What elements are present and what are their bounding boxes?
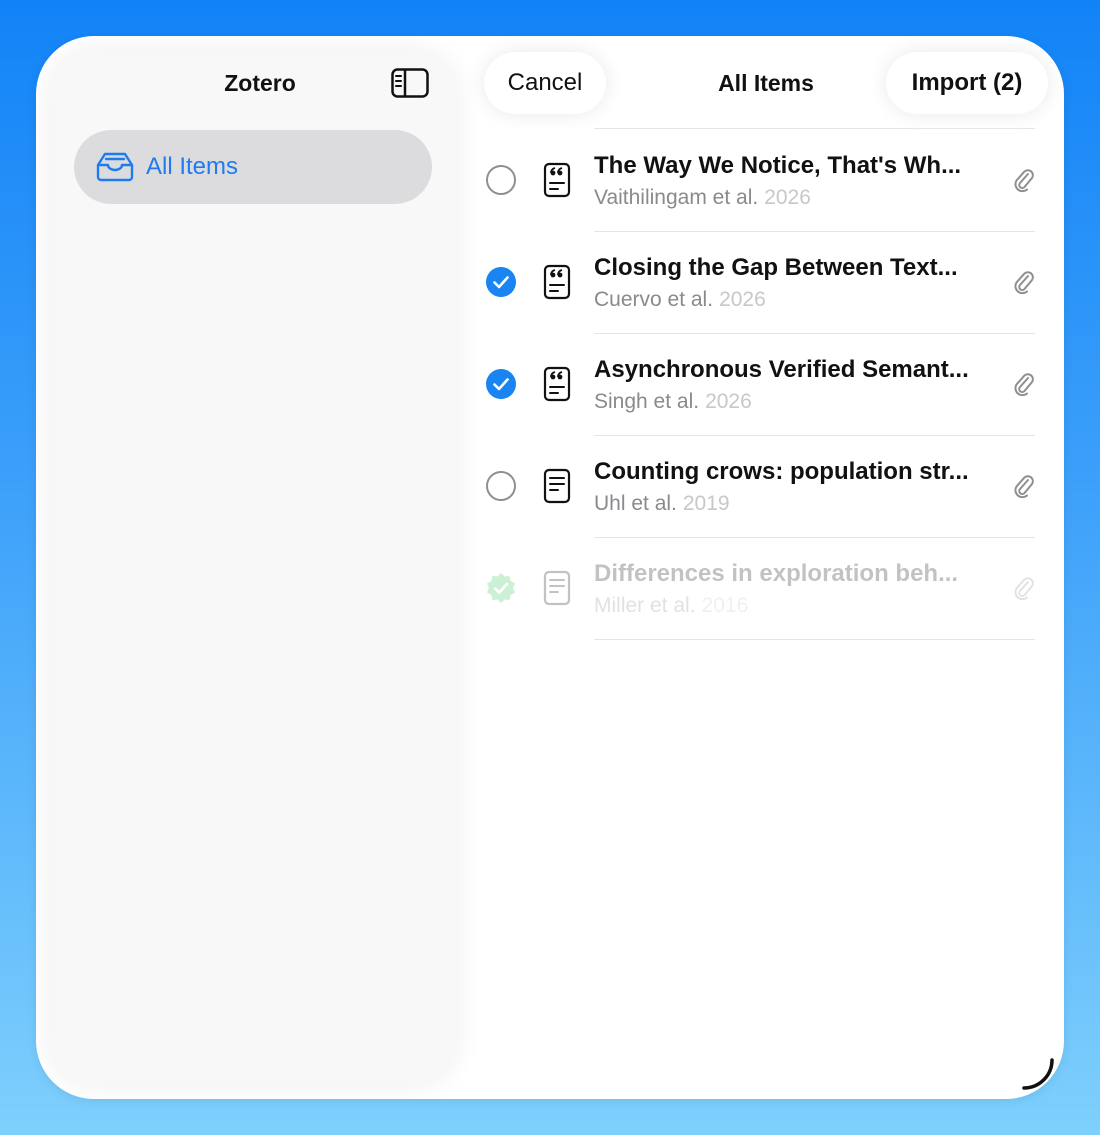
item-authors: Uhl et al. — [594, 492, 677, 515]
item-year: 2026 — [705, 390, 752, 413]
quote-document-icon — [543, 162, 571, 198]
item-subtitle: Uhl et al. 2019 — [594, 492, 730, 516]
import-button[interactable]: Import (2) — [886, 52, 1048, 114]
quote-document-icon — [543, 366, 571, 402]
paperclip-icon — [1014, 373, 1034, 397]
item-title: Differences in exploration beh... — [594, 560, 959, 587]
unchecked-circle-icon[interactable] — [485, 470, 517, 502]
paperclip-icon — [1014, 169, 1034, 193]
unchecked-circle-icon[interactable] — [485, 164, 517, 196]
paperclip-icon — [1014, 271, 1034, 295]
item-year: 2026 — [764, 186, 811, 209]
item-authors: Cuervo et al. — [594, 288, 714, 311]
row-divider — [594, 639, 1035, 640]
quote-document-icon — [543, 264, 571, 300]
document-icon — [543, 468, 571, 504]
paperclip-icon — [1014, 577, 1034, 601]
checked-circle-icon[interactable] — [485, 368, 517, 400]
item-authors: Singh et al. — [594, 390, 700, 413]
list-item[interactable]: Asynchronous Verified Semant... Singh et… — [36, 334, 1064, 436]
document-icon — [543, 570, 571, 606]
item-subtitle: Miller et al. 2016 — [594, 594, 748, 618]
item-year: 2016 — [701, 594, 749, 617]
item-authors: Miller et al. — [594, 594, 696, 617]
item-subtitle: Vaithilingam et al. 2026 — [594, 186, 811, 210]
item-title: Asynchronous Verified Semant... — [594, 356, 969, 383]
item-title: Counting crows: population str... — [594, 458, 969, 485]
sidebar-toggle-icon — [391, 68, 429, 98]
item-year: 2019 — [682, 492, 730, 515]
checked-circle-icon[interactable] — [485, 266, 517, 298]
verified-badge-icon — [487, 573, 515, 603]
list-item[interactable]: The Way We Notice, That's Wh... Vaithili… — [36, 130, 1064, 232]
resize-handle-icon[interactable] — [1018, 1054, 1058, 1094]
paperclip-icon — [1014, 475, 1034, 499]
list-item-imported: Differences in exploration beh... Miller… — [36, 538, 1064, 640]
import-window: Zotero All Items Cancel All Items Import — [36, 36, 1064, 1099]
page-title: All Items — [718, 69, 814, 96]
item-title: The Way We Notice, That's Wh... — [594, 152, 962, 179]
item-subtitle: Cuervo et al. 2026 — [594, 288, 766, 312]
cancel-button[interactable]: Cancel — [484, 52, 606, 114]
item-subtitle: Singh et al. 2026 — [594, 390, 752, 414]
item-year: 2026 — [719, 288, 766, 311]
list-item[interactable]: Closing the Gap Between Text... Cuervo e… — [36, 232, 1064, 334]
item-title: Closing the Gap Between Text... — [594, 254, 958, 281]
item-authors: Vaithilingam et al. — [594, 186, 759, 209]
sidebar-toggle-button[interactable] — [390, 66, 430, 100]
list-item[interactable]: Counting crows: population str... Uhl et… — [36, 436, 1064, 538]
list-top-divider — [594, 128, 1035, 129]
